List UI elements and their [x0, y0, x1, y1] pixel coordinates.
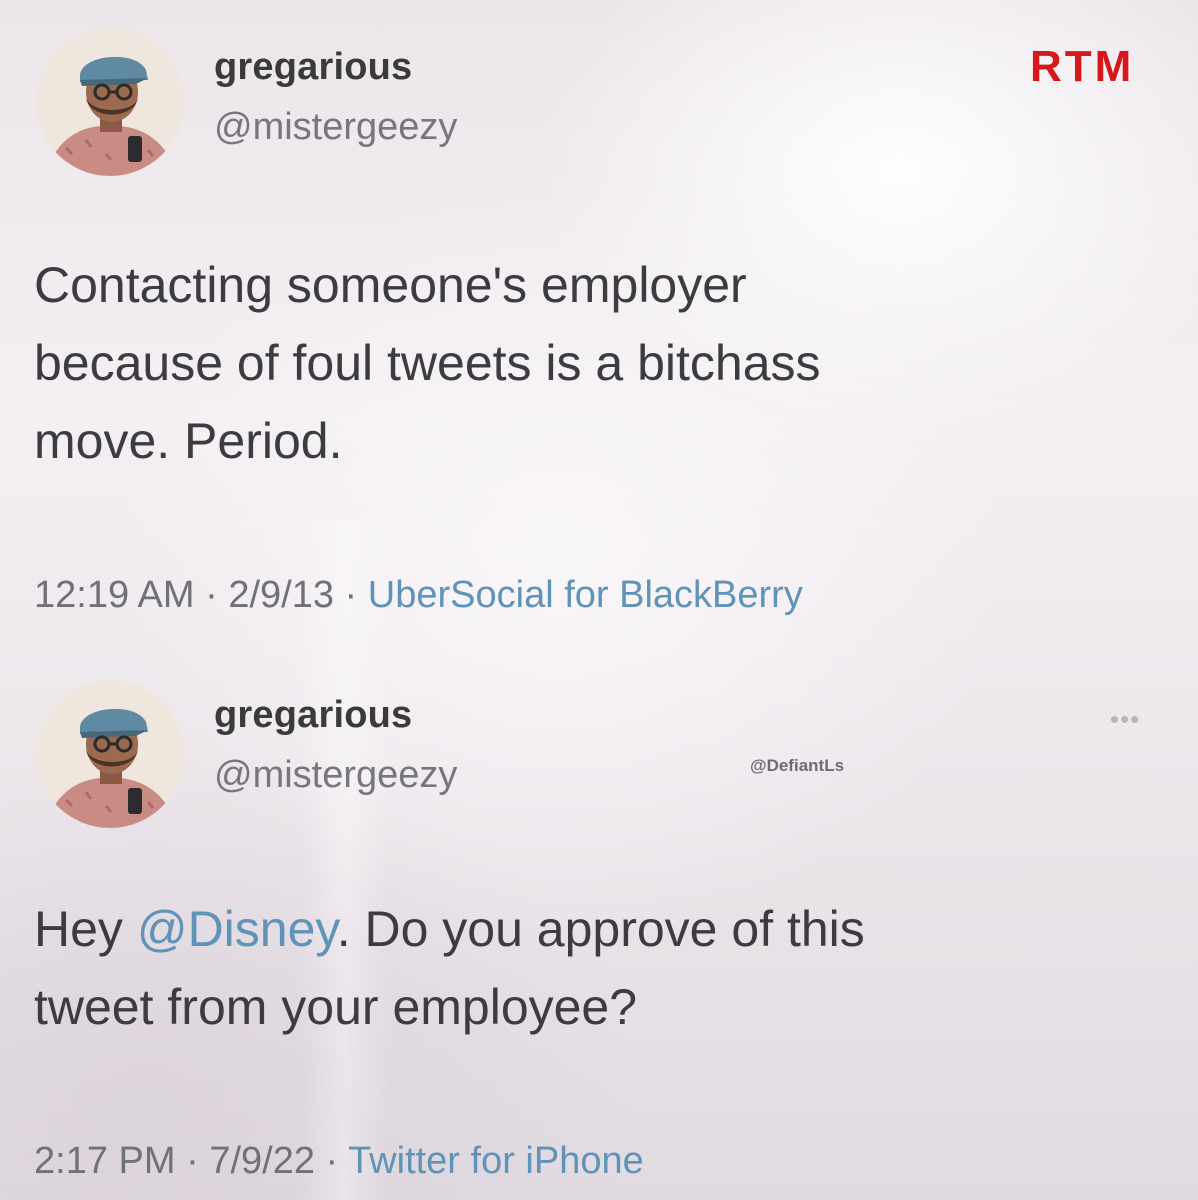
tweet-card-2[interactable]: gregarious @mistergeezy ••• @DefiantLs H… [0, 660, 1198, 1200]
watermark: @DefiantLs [750, 756, 845, 775]
tweet-text-segment: . Do you approve of this [336, 901, 865, 957]
tweet-metadata: 12:19 AM · 2/9/13 · UberSocial for Black… [34, 574, 803, 617]
tweet-text-line: move. Period. [34, 413, 343, 469]
tweet-card-1[interactable]: gregarious @mistergeezy RTM Contacting s… [0, 0, 1198, 640]
rtm-logo: RTM [1030, 42, 1135, 91]
tweet-text-line: tweet from your employee? [34, 979, 638, 1035]
more-options-icon[interactable]: ••• [1110, 704, 1140, 735]
user-avatar-icon [36, 28, 184, 176]
mention-link[interactable]: @Disney [137, 901, 337, 957]
tweet-text: Contacting someone's employer because of… [34, 246, 1144, 480]
tweet-text-line: Contacting someone's employer [34, 257, 747, 313]
tweet-text-segment: Hey [34, 901, 137, 957]
tweet-text: Hey @Disney. Do you approve of this twee… [34, 890, 1144, 1046]
tweet-metadata: 2:17 PM · 7/9/22 · Twitter for iPhone [34, 1140, 644, 1183]
tweet-time[interactable]: 12:19 AM [34, 574, 195, 616]
user-avatar-icon [36, 680, 184, 828]
user-handle[interactable]: @mistergeezy [214, 754, 457, 797]
tweet-source-link[interactable]: UberSocial for BlackBerry [368, 574, 803, 616]
tweet-date[interactable]: 7/9/22 [209, 1140, 315, 1182]
meta-separator: · [194, 574, 229, 616]
user-handle[interactable]: @mistergeezy [214, 106, 457, 149]
tweet-text-line: because of foul tweets is a bitchass [34, 335, 821, 391]
tweet-time[interactable]: 2:17 PM [34, 1140, 176, 1182]
tweet-date[interactable]: 2/9/13 [228, 574, 334, 616]
avatar[interactable] [36, 680, 184, 828]
display-name[interactable]: gregarious [214, 46, 412, 89]
meta-separator: · [314, 1140, 349, 1182]
meta-separator: · [175, 1140, 210, 1182]
meta-separator: · [334, 574, 368, 616]
display-name[interactable]: gregarious [214, 694, 412, 737]
avatar[interactable] [36, 28, 184, 176]
tweet-source-link[interactable]: Twitter for iPhone [348, 1140, 644, 1182]
